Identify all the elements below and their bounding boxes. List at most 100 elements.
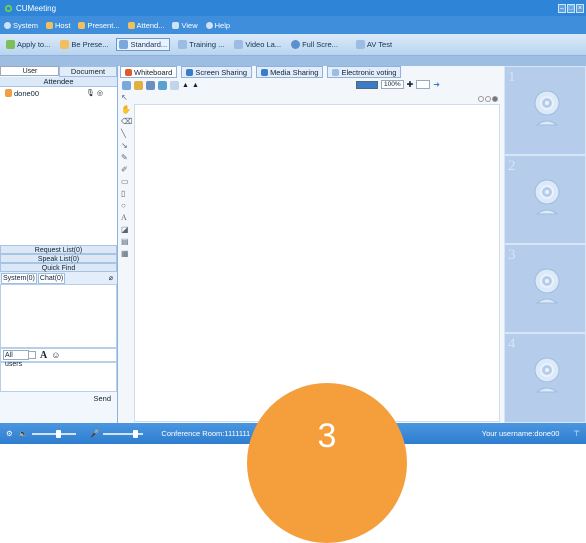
eraser-icon[interactable]: ⌫ xyxy=(121,117,132,126)
whiteboard-icon xyxy=(125,68,132,76)
filled-rectangle-icon[interactable]: ▯ xyxy=(121,189,131,198)
user-icon xyxy=(78,21,86,29)
maximize-button[interactable]: □ xyxy=(567,3,575,13)
fullscreen-icon xyxy=(291,40,301,49)
ellipse-icon[interactable]: ○ xyxy=(121,201,131,210)
tab-screen-sharing[interactable]: Screen Sharing xyxy=(181,66,253,78)
menu-help[interactable]: Help xyxy=(205,21,230,30)
recipient-select[interactable]: All users xyxy=(3,350,29,368)
next-page-icon[interactable]: ➜ xyxy=(433,80,440,89)
menu-view[interactable]: View xyxy=(172,21,198,30)
tab-media-sharing[interactable]: Media Sharing xyxy=(256,66,324,78)
tab-whiteboard[interactable]: Whiteboard xyxy=(120,66,178,78)
microphone-volume-slider[interactable] xyxy=(103,429,144,438)
network-icon[interactable]: ⊤ xyxy=(573,429,580,438)
user-icon xyxy=(5,89,12,97)
highlighter-icon[interactable]: ✐ xyxy=(121,165,131,174)
camera-icon[interactable]: ◎ xyxy=(97,89,103,97)
next-icon[interactable] xyxy=(485,96,491,102)
pointer-icon[interactable]: ↖ xyxy=(121,93,131,102)
video-slot-1[interactable]: 1 xyxy=(504,66,586,155)
video-slot-2[interactable]: 2 xyxy=(504,155,586,244)
speak-list-button[interactable]: Speak List(0) xyxy=(0,254,117,263)
close-button[interactable]: × xyxy=(576,3,584,13)
tab-document[interactable]: Document xyxy=(59,66,117,77)
minimize-button[interactable]: – xyxy=(558,3,566,13)
triangle-icon[interactable]: ▲ xyxy=(192,82,199,89)
emoji-icon[interactable]: ☺ xyxy=(51,350,60,360)
rectangle-icon[interactable]: ▭ xyxy=(121,177,131,186)
line-icon[interactable]: ╲ xyxy=(121,129,131,138)
microphone-icon[interactable]: 🎙 xyxy=(86,89,95,97)
window-icon xyxy=(119,40,129,49)
microphone-icon[interactable]: 🎤 xyxy=(90,429,99,438)
stamp-icon[interactable]: ▤ xyxy=(121,237,131,246)
new-page-icon[interactable] xyxy=(122,80,131,90)
prev-icon[interactable] xyxy=(478,96,484,102)
pin-icon[interactable]: ⌀ xyxy=(109,274,113,282)
speaker-volume-slider[interactable] xyxy=(32,429,77,438)
whiteboard-canvas[interactable] xyxy=(134,104,500,422)
menu-attendee[interactable]: Attend... xyxy=(127,21,164,30)
font-icon[interactable]: A xyxy=(40,350,47,361)
video-slot-4[interactable]: 4 xyxy=(504,333,586,423)
gear-icon xyxy=(4,21,11,29)
conference-room-label: Conference Room:1111111 xyxy=(161,429,251,438)
standard-layout-button[interactable]: Standard... xyxy=(116,38,171,51)
full-screen-button[interactable]: Full Scre... xyxy=(289,39,340,50)
attendee-row[interactable]: done00 🎙 ◎ xyxy=(0,87,117,99)
menu-host[interactable]: Host xyxy=(46,21,70,30)
video-layout-button[interactable]: Video La... xyxy=(232,39,283,50)
attendee-header: Attendee xyxy=(0,77,117,87)
menu-presenter[interactable]: Present... xyxy=(78,21,120,30)
user-icon xyxy=(60,40,70,49)
apply-icon xyxy=(6,40,15,49)
video-panel: 1 2 3 4 xyxy=(504,66,586,423)
tab-electronic-voting[interactable]: Electronic voting xyxy=(327,66,402,78)
color-swatch[interactable] xyxy=(355,80,378,89)
video-slot-3[interactable]: 3 xyxy=(504,244,586,333)
menu-system[interactable]: System xyxy=(4,21,38,30)
user-icon xyxy=(46,21,54,29)
speaker-icon[interactable]: 🔈 xyxy=(19,429,28,438)
send-button[interactable]: Send xyxy=(93,394,111,403)
triangle-icon[interactable]: ▲ xyxy=(182,82,189,89)
settings-icon[interactable]: ⚙ xyxy=(6,429,13,438)
training-layout-button[interactable]: Training ... xyxy=(176,39,226,50)
tab-system-messages[interactable]: System(0) xyxy=(1,272,37,284)
save-icon[interactable] xyxy=(146,80,155,90)
grid-icon[interactable] xyxy=(170,80,179,90)
dropdown-icon[interactable] xyxy=(28,351,36,359)
quick-find-button[interactable]: Quick Find xyxy=(0,263,117,272)
arrow-icon[interactable]: ↘ xyxy=(121,141,131,150)
help-icon xyxy=(205,21,213,29)
chat-tabs: System(0) Chat(0) ⌀ xyxy=(0,272,117,284)
fill-icon[interactable]: ◪ xyxy=(121,225,131,234)
text-icon[interactable]: A xyxy=(121,213,131,222)
window-icon xyxy=(172,21,180,29)
image-icon[interactable] xyxy=(158,80,167,90)
menu-bar: System Host Present... Attend... View He… xyxy=(0,16,586,34)
webcam-icon xyxy=(534,90,560,126)
hand-icon[interactable]: ✋ xyxy=(121,105,131,114)
tab-chat[interactable]: Chat(0) xyxy=(37,272,66,284)
main-toolbar: Apply to... Be Prese... Standard... Trai… xyxy=(0,34,586,56)
zoom-field[interactable]: 100% xyxy=(380,80,404,89)
attendee-list: done00 🎙 ◎ xyxy=(0,87,117,245)
open-icon[interactable] xyxy=(134,80,143,90)
step-number-badge: 3 xyxy=(247,383,407,543)
chat-options-row: All users A ☺ xyxy=(0,348,117,368)
tab-user[interactable]: User xyxy=(0,66,59,76)
zoom-in-icon[interactable]: ✚ xyxy=(407,80,414,89)
drawing-tools: ↖ ✋ ⌫ ╲ ↘ ✎ ✐ ▭ ▯ ○ A ◪ ▤ ▦ xyxy=(121,93,132,258)
pen-icon[interactable]: ✎ xyxy=(121,153,131,162)
page-field[interactable] xyxy=(416,80,431,89)
request-list-button[interactable]: Request List(0) xyxy=(0,245,117,254)
apply-to-button[interactable]: Apply to... xyxy=(4,39,52,50)
clear-icon[interactable]: ▦ xyxy=(121,249,131,258)
stop-icon[interactable] xyxy=(492,96,498,102)
window-icon xyxy=(178,40,188,49)
av-test-button[interactable]: AV Test xyxy=(354,39,394,50)
be-presenter-button[interactable]: Be Prese... xyxy=(58,39,110,50)
screen-icon xyxy=(186,68,194,76)
